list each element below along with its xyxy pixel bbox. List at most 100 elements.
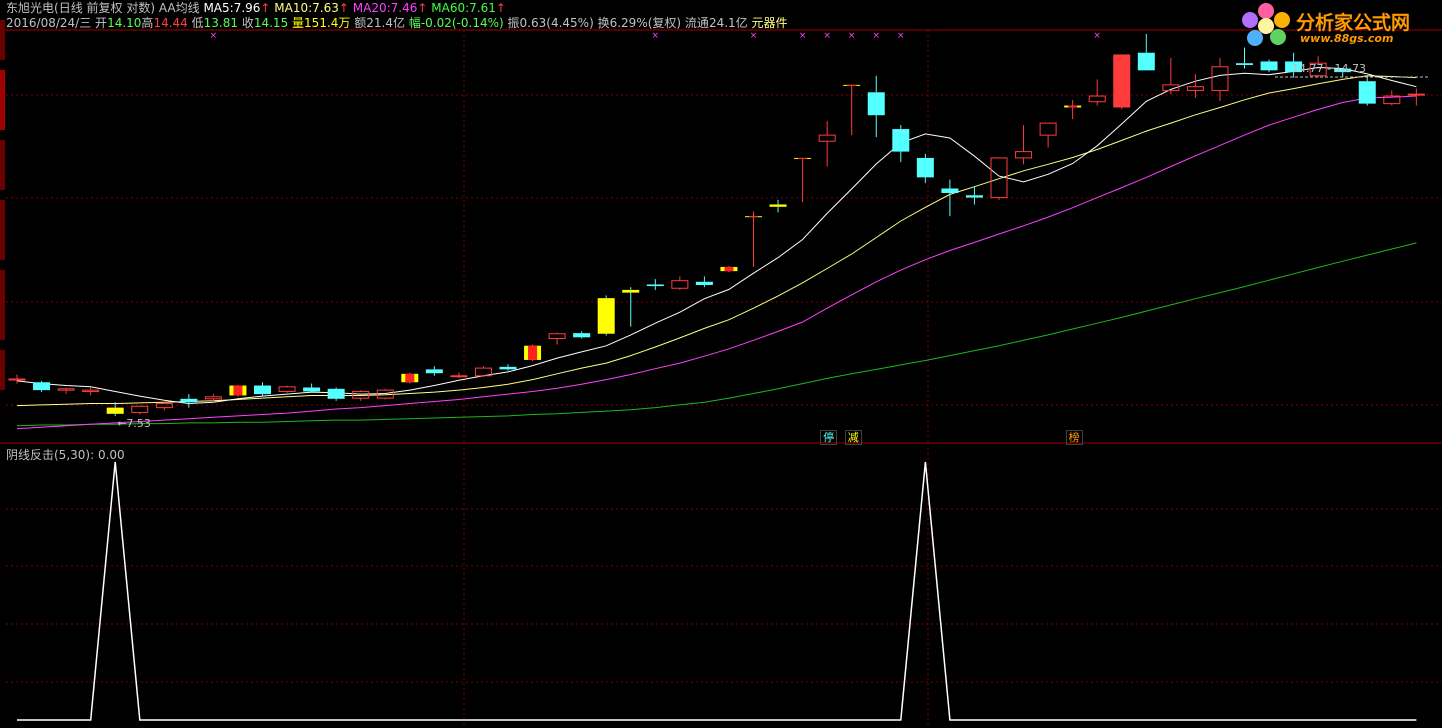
stock-name: 东旭光电 — [6, 1, 55, 15]
ma60-line — [16, 242, 1417, 427]
ma10-value: 7.63 — [312, 1, 339, 15]
candle-body — [941, 188, 959, 194]
high-label: 高 — [141, 16, 154, 30]
ma60-label: MA60: — [431, 1, 470, 15]
candle-body — [8, 378, 26, 381]
change-label: 幅 — [408, 16, 421, 30]
ma5-label: MA5: — [203, 1, 234, 15]
side-tab[interactable] — [0, 270, 5, 340]
signal-candle-core — [847, 84, 857, 86]
float-value: 24.1亿 — [708, 16, 748, 30]
candle-body — [1113, 54, 1131, 108]
amount-label: 额 — [354, 16, 367, 30]
candle-body — [769, 204, 787, 207]
top-marker: × — [848, 31, 856, 41]
low-label: 低 — [191, 16, 204, 30]
candle-body — [892, 129, 910, 152]
side-tab[interactable] — [0, 70, 5, 130]
top-marker: × — [210, 31, 218, 41]
top-marker: × — [750, 31, 758, 41]
ma-title: AA均线 — [158, 1, 200, 15]
candle-body — [573, 333, 591, 338]
bar-date: 2016/08/24/三 — [6, 16, 92, 30]
volume-value: 151.4万 — [304, 16, 351, 30]
candle-body — [1015, 151, 1033, 159]
signal-candle-core — [749, 216, 758, 218]
candle-body — [622, 289, 640, 293]
volume-label: 量 — [292, 16, 305, 30]
side-tab[interactable] — [0, 20, 5, 60]
side-tab[interactable] — [0, 140, 5, 190]
change-value: -0.02(-0.14%) — [420, 16, 504, 30]
candle-body — [671, 280, 689, 289]
ma10-line — [16, 75, 1417, 407]
ma5-line — [16, 66, 1417, 405]
low-value: 13.81 — [203, 16, 238, 30]
amount-value: 21.4亿 — [366, 16, 405, 30]
candle-body — [204, 396, 222, 400]
signal-candle-core — [724, 266, 734, 272]
candle-body — [1186, 86, 1204, 91]
site-logo: 分析家公式网 www.88gs.com — [1238, 2, 1438, 48]
signal-candle-core — [1068, 105, 1078, 108]
candle-body — [82, 389, 100, 392]
event-tag[interactable]: 榜 — [1065, 430, 1083, 445]
ma60-value: 7.61 — [469, 1, 496, 15]
up-arrow-icon: ↑ — [417, 1, 428, 15]
up-arrow-icon: ↑ — [260, 1, 271, 15]
candle-body — [818, 134, 836, 142]
side-tab[interactable] — [0, 200, 5, 260]
candle-body — [450, 375, 468, 378]
candle-body — [695, 281, 713, 286]
candle-body — [916, 157, 934, 178]
up-arrow-icon: ↑ — [495, 1, 506, 15]
top-marker: × — [652, 31, 660, 41]
candle-body — [180, 398, 198, 403]
candle-body — [1088, 95, 1106, 103]
logo-text: 分析家公式网 — [1296, 12, 1411, 34]
kline-chart: × × × × × × × × × ←7.53 14.77 - 14.73 — [0, 29, 1442, 728]
candle-body — [57, 388, 75, 391]
candle-body — [867, 92, 885, 116]
turnover-value: 6.29%(复权) — [609, 16, 682, 30]
open-value: 14.10 — [107, 16, 142, 30]
top-marker: × — [799, 31, 807, 41]
candle-body — [597, 298, 615, 334]
ma10-label: MA10: — [274, 1, 313, 15]
candle-body — [327, 388, 345, 399]
signal-candle-core — [528, 345, 538, 360]
candle-body — [646, 284, 664, 287]
indicator-header: 阴线反击(5,30): 0.00 — [6, 446, 125, 463]
ma20-value: 7.46 — [390, 1, 418, 15]
candle-body — [1358, 81, 1376, 104]
header-line-2: 2016/08/24/三 开14.10高14.44 低13.81 收14.15 … — [6, 16, 788, 30]
indicator-name: 阴线反击(5,30) — [6, 448, 91, 462]
candle-body — [1236, 63, 1253, 65]
sector-name: 元器件 — [751, 16, 788, 30]
candle-body — [1260, 61, 1278, 71]
signal-candle-core — [405, 373, 415, 383]
candle-body — [1407, 93, 1425, 96]
indicator-line — [17, 461, 1417, 721]
logo-url: www.88gs.com — [1300, 32, 1394, 45]
up-arrow-icon: ↑ — [338, 1, 349, 15]
high-price-marker: 14.77 - 14.73 — [1292, 62, 1366, 75]
float-label: 流通 — [684, 16, 709, 30]
side-tab[interactable] — [0, 350, 5, 390]
ma20-label: MA20: — [352, 1, 391, 15]
close-label: 收 — [241, 16, 254, 30]
top-marker: × — [872, 31, 880, 41]
event-tag[interactable]: 减 — [844, 430, 862, 445]
candle-body — [254, 385, 271, 395]
flower-icon — [1242, 3, 1290, 46]
top-marker: × — [1093, 31, 1101, 41]
close-value: 14.15 — [253, 16, 289, 30]
candle-body — [1039, 122, 1057, 136]
signal-candle-core — [798, 157, 808, 159]
event-tag[interactable]: 停 — [820, 430, 838, 445]
candle-body — [1137, 52, 1155, 71]
amplitude-label: 振 — [507, 16, 520, 30]
candle-body — [278, 386, 296, 392]
ma20-line — [16, 95, 1417, 430]
indicator-value: : 0.00 — [90, 448, 125, 462]
